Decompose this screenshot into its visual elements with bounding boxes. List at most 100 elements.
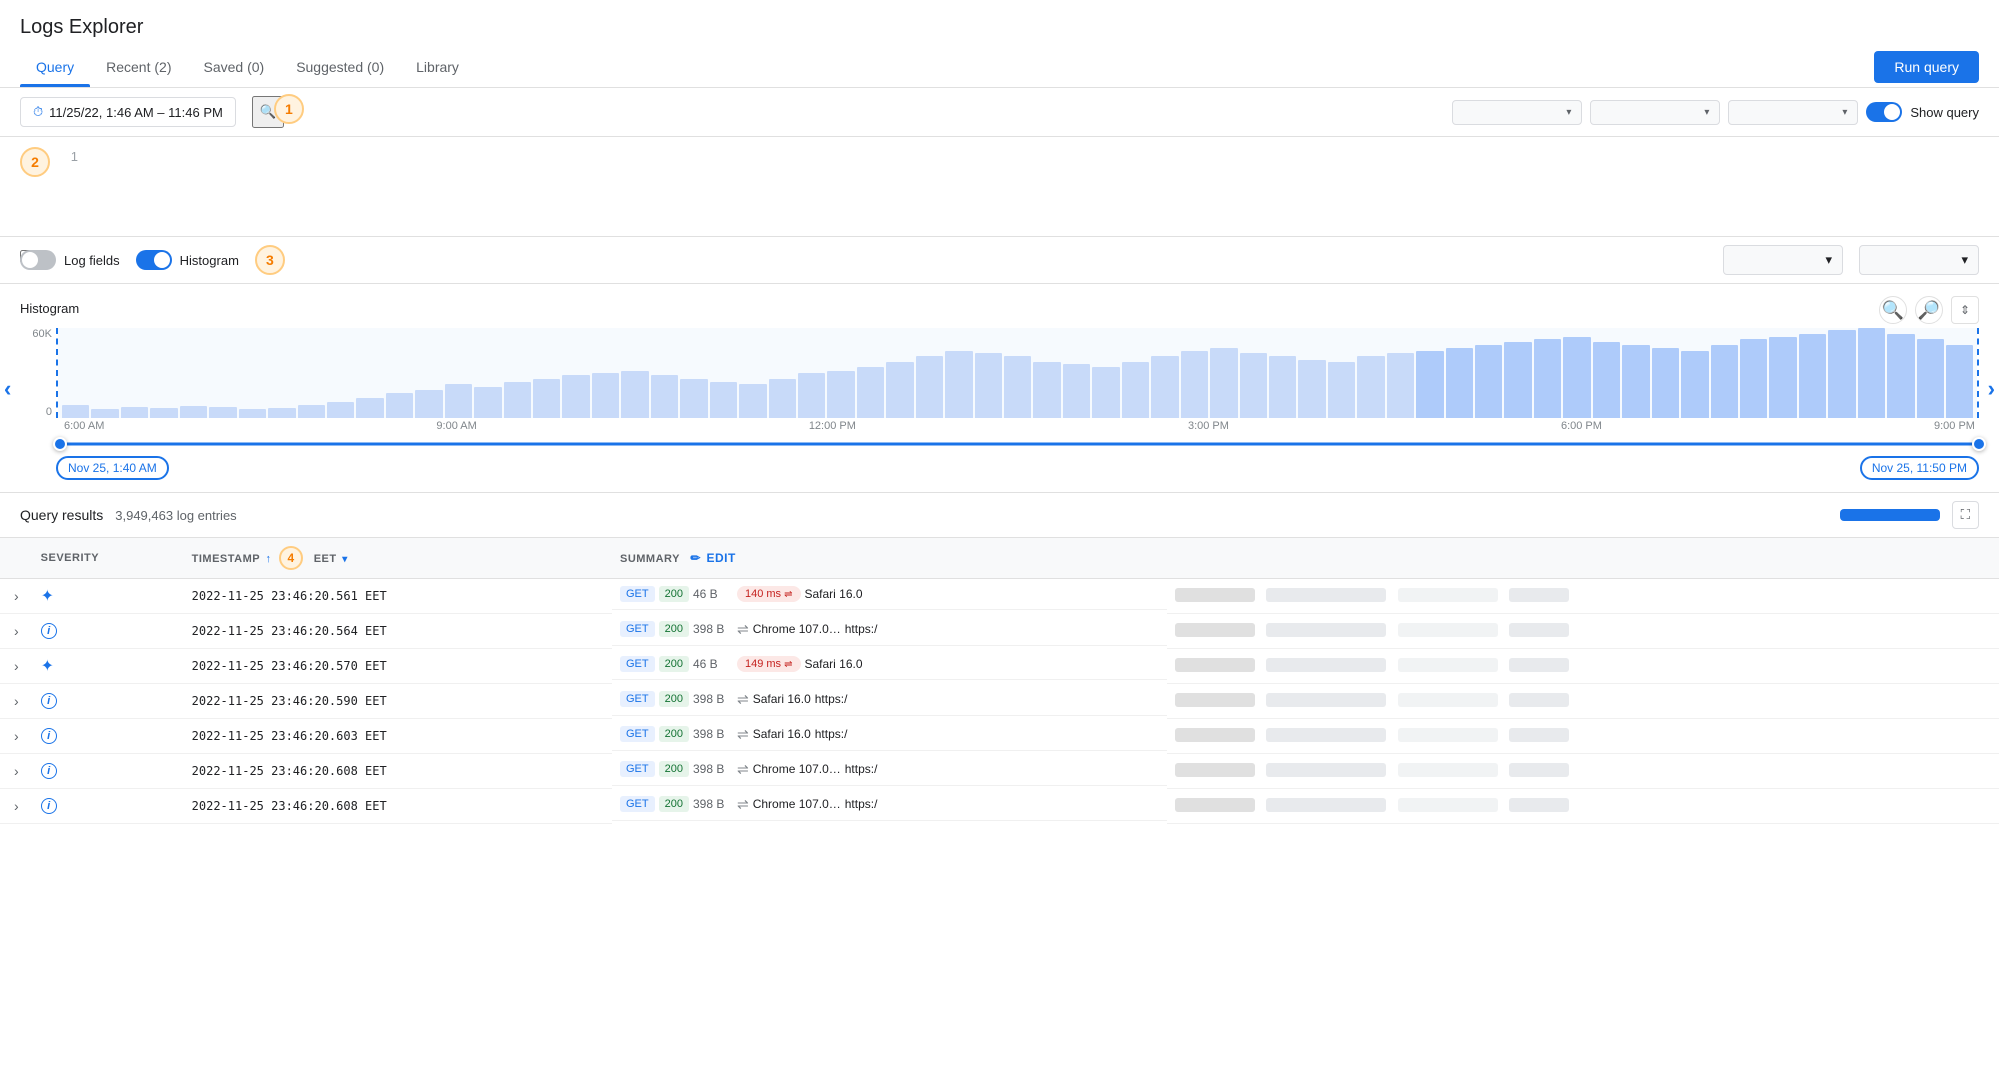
query-input[interactable] [292, 99, 1444, 126]
timestamp-cell: 2022-11-25 23:46:20.561 EET [184, 579, 612, 614]
toggle-off-slider [20, 250, 56, 270]
code-content[interactable] [0, 145, 1999, 225]
histogram-toggle[interactable] [136, 250, 172, 270]
edit-icon[interactable]: ✏ [690, 551, 701, 565]
histogram-nav-left[interactable]: ‹ [4, 376, 11, 402]
filter-dropdown-3[interactable]: ▾ [1728, 100, 1858, 125]
expand-results-button[interactable]: ⛶ [1952, 501, 1979, 529]
filter-dropdown-2[interactable]: ▾ [1590, 100, 1720, 125]
latency-badge: 149 ms ⇌ [737, 656, 801, 672]
right-control-2[interactable]: ▾ [1859, 245, 1979, 275]
sort-icon: ⇌ [737, 621, 749, 638]
status-badge: 200 [659, 621, 689, 637]
expand-row-button[interactable]: › [8, 656, 25, 676]
show-query-toggle[interactable] [1866, 102, 1902, 122]
query-results-bar: Query results 3,949,463 log entries ⛶ [0, 493, 1999, 538]
extra-cols [1167, 684, 1999, 719]
controls-bar: Log fields Histogram 3 ▾ ▾ [0, 237, 1999, 284]
expand-row-button[interactable]: › [8, 761, 25, 781]
summary-cell: GET200398 B⇌Chrome 107.0…https:/ [612, 754, 1167, 786]
sort-icon: ⇌ [737, 691, 749, 708]
run-query-button[interactable]: Run query [1874, 51, 1979, 83]
expand-row-button[interactable]: › [8, 796, 25, 816]
blurred-col-4 [1509, 658, 1569, 672]
histogram-bar [474, 387, 501, 419]
method-badge: GET [620, 656, 655, 672]
time-range-labels: Nov 25, 1:40 AM Nov 25, 11:50 PM [56, 456, 1979, 480]
col-timestamp: TIMESTAMP ↑ 4 EET ▾ [184, 538, 612, 579]
edit-label[interactable]: EDIT [707, 551, 736, 565]
sort-icon: ⇌ [737, 761, 749, 778]
chevron-down-icon-3: ▾ [1842, 107, 1847, 118]
col-summary: SUMMARY ✏ EDIT [612, 538, 1167, 579]
timeline-handle-left[interactable] [53, 437, 67, 451]
histogram-bar [239, 409, 266, 418]
severity-info-icon: i [41, 623, 57, 639]
zoom-out-button[interactable]: 🔍 [1879, 296, 1907, 324]
tab-query[interactable]: Query [20, 47, 90, 87]
code-editor: 2 1 [0, 137, 1999, 237]
blurred-col-4 [1509, 728, 1569, 742]
url-value: https:/ [815, 727, 848, 741]
table-row: ›i2022-11-25 23:46:20.608 EETGET200398 B… [0, 754, 1999, 789]
expand-row-button[interactable]: › [8, 586, 25, 606]
expand-histogram-button[interactable]: ⇕ [1951, 296, 1979, 324]
datetime-picker-button[interactable]: ⏱ 11/25/22, 1:46 AM – 11:46 PM [20, 97, 236, 127]
histogram-bar [592, 373, 619, 418]
histogram-bar [1799, 334, 1826, 418]
extra-cols [1167, 789, 1999, 824]
url-value: https:/ [815, 692, 848, 706]
col-severity: SEVERITY [33, 538, 184, 579]
toggle-slider [1866, 102, 1902, 122]
tab-recent[interactable]: Recent (2) [90, 47, 187, 87]
results-action-button[interactable] [1840, 509, 1940, 521]
sort-icon: ⇌ [737, 726, 749, 743]
histogram-bar [1917, 339, 1944, 418]
step-4-badge: 4 [279, 546, 303, 570]
histogram-bar [1416, 351, 1443, 419]
histogram-title: Histogram [20, 301, 79, 316]
log-fields-toggle[interactable] [20, 250, 56, 270]
tab-saved[interactable]: Saved (0) [187, 47, 280, 87]
sort-asc-icon: ↑ [265, 553, 271, 565]
blurred-col-4 [1509, 623, 1569, 637]
tab-library[interactable]: Library [400, 47, 475, 87]
datetime-label: 11/25/22, 1:46 AM – 11:46 PM [49, 105, 223, 120]
summary-cell: GET200398 B⇌Safari 16.0https:/ [612, 719, 1167, 751]
histogram-bar [1328, 362, 1355, 418]
histogram-bar [1387, 353, 1414, 418]
blurred-col-1 [1175, 693, 1255, 707]
expand-row-button[interactable]: › [8, 726, 25, 746]
status-badge: 200 [659, 656, 689, 672]
clock-icon: ⏱ [33, 104, 43, 120]
line-numbers: 1 [48, 149, 88, 165]
histogram-nav-right[interactable]: › [1988, 376, 1995, 402]
zoom-in-button[interactable]: 🔎 [1915, 296, 1943, 324]
histogram-bar [1063, 364, 1090, 418]
method-badge: GET [620, 726, 655, 742]
status-badge: 200 [659, 691, 689, 707]
blurred-col-2 [1266, 798, 1386, 812]
histogram-bar [1946, 345, 1973, 418]
size-value: 46 B [693, 657, 733, 671]
size-value: 398 B [693, 762, 733, 776]
histogram-bar [621, 371, 648, 418]
range-end-label[interactable]: Nov 25, 11:50 PM [1860, 456, 1979, 480]
range-start-label[interactable]: Nov 25, 1:40 AM [56, 456, 169, 480]
right-control-1[interactable]: ▾ [1723, 245, 1843, 275]
timeline-handle-right[interactable] [1972, 437, 1986, 451]
summary-cell: GET200398 B⇌Chrome 107.0…https:/ [612, 789, 1167, 821]
severity-star-icon: ✦ [41, 658, 54, 675]
query-bar: ⏱ 11/25/22, 1:46 AM – 11:46 PM 1 🔍 ▾ ▾ ▾… [0, 88, 1999, 137]
histogram-bars [58, 328, 1977, 418]
histogram-bar [1092, 367, 1119, 418]
histogram-bar [1828, 330, 1855, 418]
expand-row-button[interactable]: › [8, 691, 25, 711]
blurred-col-4 [1509, 588, 1569, 602]
expand-row-button[interactable]: › [8, 621, 25, 641]
filter-dropdown-1[interactable]: ▾ [1452, 100, 1582, 125]
y-axis-labels: 60K 0 [20, 328, 56, 418]
severity-info-icon: i [41, 798, 57, 814]
histogram-bar [1475, 345, 1502, 418]
tab-suggested[interactable]: Suggested (0) [280, 47, 400, 87]
